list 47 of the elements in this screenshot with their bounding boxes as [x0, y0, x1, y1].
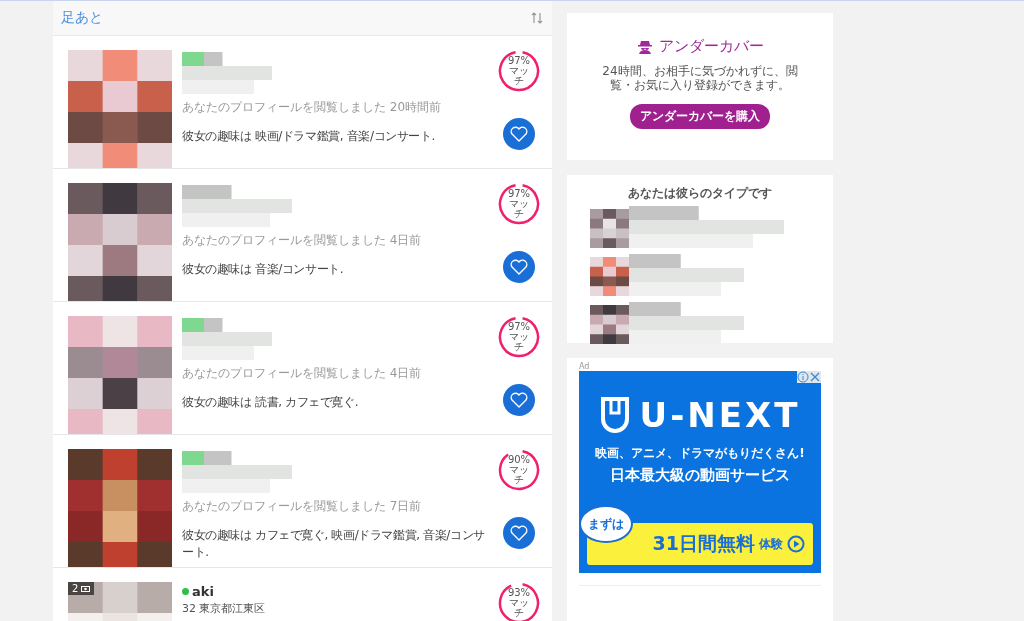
offer-suffix: 体験: [759, 535, 783, 553]
play-icon: [787, 535, 805, 553]
match-percent: 97%: [507, 55, 531, 66]
hobbies-text: 彼女の趣味は 音楽/コンサート.: [182, 261, 345, 278]
ad-tagline: 映画、アニメ、ドラマがもりだくさん!: [595, 445, 805, 462]
heart-icon: [510, 259, 528, 275]
hobbies-text: 彼女の趣味は カフェで寛ぐ, 映画/ドラマ鑑賞, 音楽/コンサート.: [182, 527, 486, 561]
age-location: 32 東京都江東区: [182, 601, 267, 616]
brand-name: U-NEXT: [639, 395, 801, 435]
match-percent: 97%: [507, 321, 531, 332]
ad-headline: 日本最大級の動画サービス: [610, 466, 790, 485]
close-icon[interactable]: [809, 371, 821, 383]
hobbies-text: 彼女の趣味は 読書, カフェで寛ぐ.: [182, 394, 360, 411]
viewed-time: あなたのプロフィールを閲覧しました 7日前: [182, 498, 423, 515]
viewed-time: あなたのプロフィールを閲覧しました 20時間前: [182, 99, 443, 116]
like-button[interactable]: [503, 251, 535, 283]
heart-icon: [510, 525, 528, 541]
shield-logo-icon: [599, 396, 630, 434]
match-percent: 97%: [507, 188, 531, 199]
heart-icon: [510, 126, 528, 142]
like-button[interactable]: [503, 384, 535, 416]
offer-text: 31日間無料: [652, 531, 755, 556]
speech-bubble: まずは: [579, 505, 633, 543]
match-label: マッチ: [509, 597, 529, 618]
purchase-button[interactable]: アンダーカバーを購入: [630, 104, 770, 129]
heart-icon: [510, 392, 528, 408]
sort-icon[interactable]: [530, 11, 544, 25]
section-title: 足あと: [61, 9, 103, 27]
ad-banner[interactable]: U-NEXT 映画、アニメ、ドラマがもりだくさん! 日本最大級の動画サービス 31日間無料 体験 まずは: [579, 371, 821, 573]
match-label: マッチ: [509, 198, 529, 219]
like-button[interactable]: [503, 118, 535, 150]
section-title: あなたは彼らのタイプです: [627, 185, 773, 202]
undercover-title: アンダーカバー: [658, 37, 764, 56]
match-label: マッチ: [509, 65, 529, 86]
user-name: aki: [192, 584, 214, 599]
match-percent: 90%: [507, 454, 531, 465]
match-label: マッチ: [509, 464, 529, 485]
viewed-time: あなたのプロフィールを閲覧しました 4日前: [182, 365, 423, 382]
hobbies-text: 彼女の趣味は 映画/ドラマ鑑賞, 音楽/コンサート.: [182, 128, 436, 145]
ad-label: Ad: [579, 362, 591, 371]
viewed-time: あなたのプロフィールを閲覧しました 4日前: [182, 232, 423, 249]
undercover-description: 24時間、お相手に気づかれずに、閲覧・お気に入り登録ができます。: [601, 64, 799, 92]
photo-count-badge: 2: [68, 582, 95, 595]
like-button[interactable]: [503, 517, 535, 549]
match-label: マッチ: [509, 331, 529, 352]
match-percent: 93%: [507, 587, 531, 598]
spy-icon: [636, 39, 653, 54]
